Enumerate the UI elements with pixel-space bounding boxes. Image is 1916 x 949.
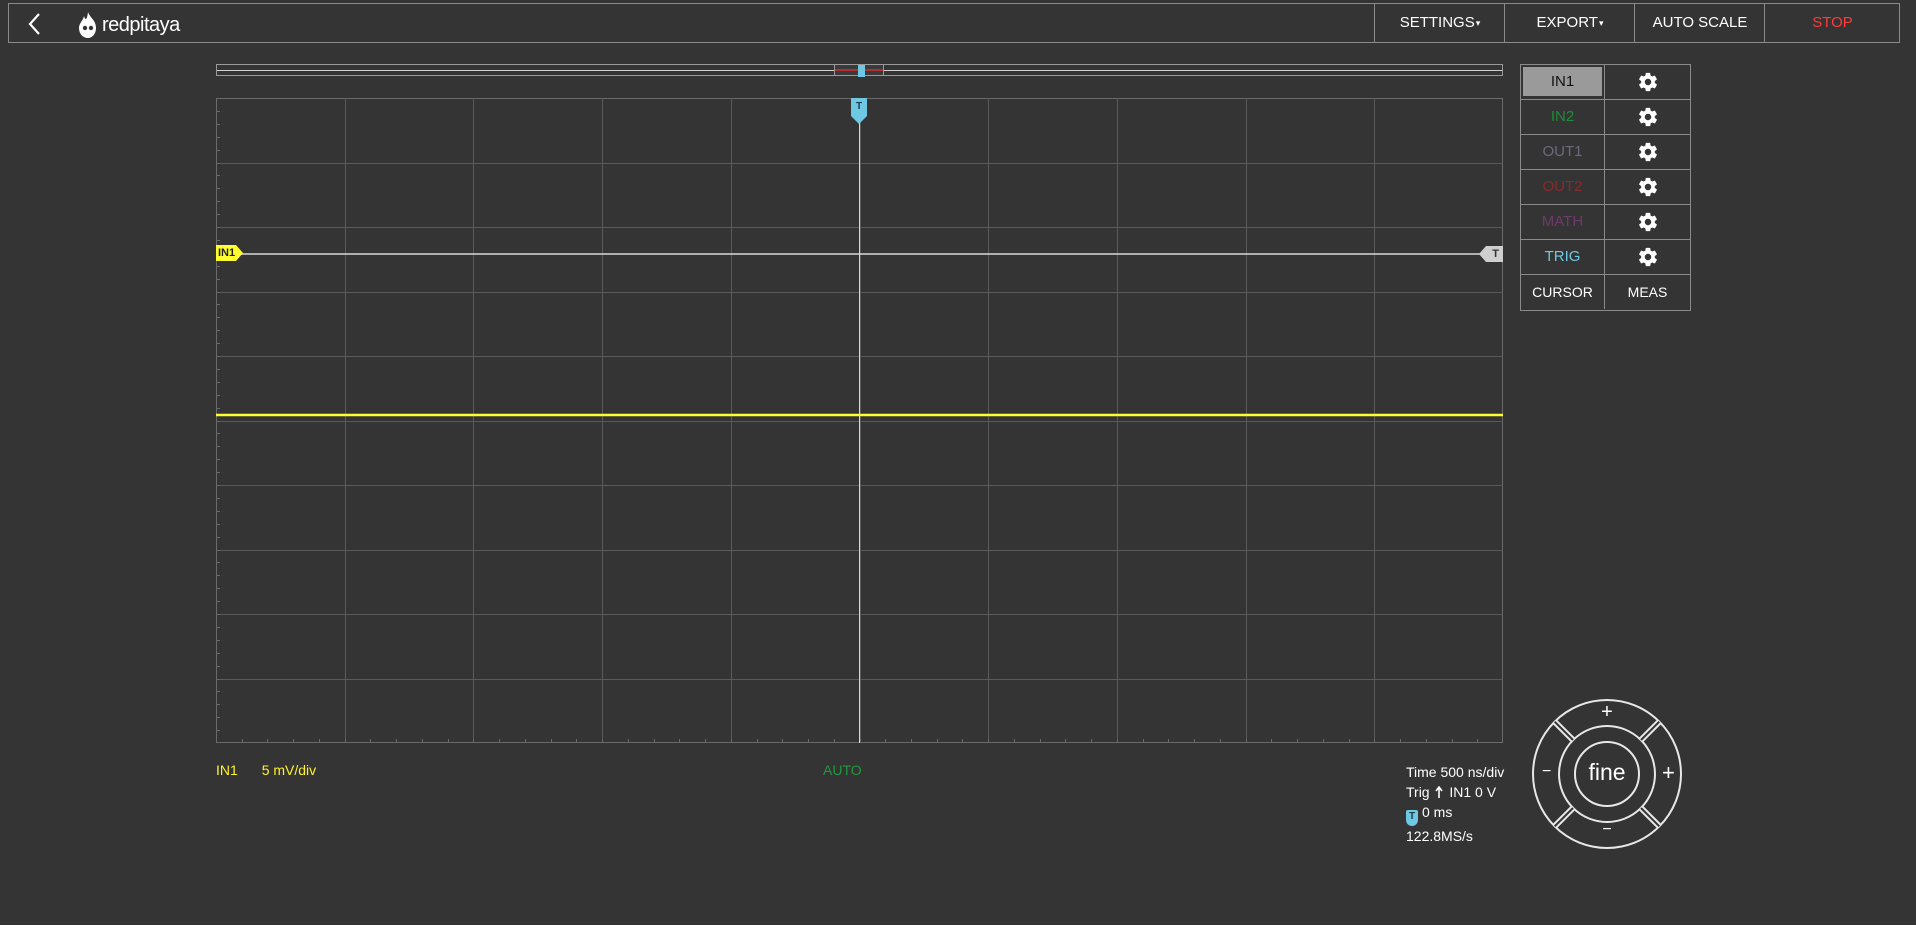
redpitaya-logo[interactable]: redpitaya	[76, 9, 180, 41]
time-offset-value: 0 ms	[1422, 804, 1453, 820]
back-button[interactable]	[21, 10, 49, 38]
channel-button-in2[interactable]: IN2	[1521, 100, 1605, 134]
out2-settings-gear[interactable]	[1605, 170, 1690, 204]
math-settings-gear[interactable]	[1605, 205, 1690, 239]
time-info: Time 500 ns/div Trig IN1 0 V T0 ms 122.8…	[1406, 762, 1504, 846]
trigger-source: IN1 0 V	[1449, 784, 1497, 800]
in1-offset-marker[interactable]: IN1	[216, 245, 245, 261]
top-navbar: redpitaya SETTINGS▾ EXPORT▾ AUTO SCALE S…	[8, 3, 1900, 43]
auto-scale-label: AUTO SCALE	[1652, 14, 1748, 31]
wheel-up-plus[interactable]: +	[1530, 701, 1684, 724]
trigger-mode-status: AUTO	[823, 762, 862, 778]
time-offset: T0 ms	[1406, 802, 1504, 826]
in2-settings-gear[interactable]	[1605, 100, 1690, 134]
arrow-up-icon	[1435, 785, 1444, 798]
trigger-time-marker[interactable]: T	[851, 98, 867, 124]
channel-row-in1: IN1	[1521, 65, 1690, 100]
channel-button-in1[interactable]: IN1	[1521, 65, 1605, 99]
logo-flame-icon	[79, 12, 96, 38]
gear-icon	[1637, 211, 1659, 233]
channel-row-trig: TRIG	[1521, 240, 1690, 275]
stop-label: STOP	[1812, 14, 1853, 31]
channel-row-out1: OUT1	[1521, 135, 1690, 170]
trigger-level-marker[interactable]: T	[1479, 246, 1503, 262]
buffer-position-slider[interactable]	[216, 64, 1503, 77]
chevron-left-icon	[28, 13, 40, 35]
export-menu-button[interactable]: EXPORT▾	[1504, 4, 1635, 42]
trigger-level-label: T	[1492, 248, 1499, 260]
channel-name: IN1	[216, 762, 238, 778]
channel-panel: IN1 IN2 OUT1 OUT2 MATH TRIG CURSOR MEAS	[1520, 64, 1691, 311]
gear-icon	[1637, 71, 1659, 93]
channel-row-math: MATH	[1521, 205, 1690, 240]
gear-icon	[1637, 106, 1659, 128]
sample-rate: 122.8MS/s	[1406, 828, 1473, 844]
in1-marker-label: IN1	[218, 247, 236, 259]
stop-button[interactable]: STOP	[1764, 4, 1900, 42]
settings-menu-button[interactable]: SETTINGS▾	[1374, 4, 1505, 42]
settings-label: SETTINGS	[1399, 14, 1475, 31]
oscilloscope-app: redpitaya SETTINGS▾ EXPORT▾ AUTO SCALE S…	[0, 0, 1916, 925]
meas-button[interactable]: MEAS	[1605, 275, 1690, 309]
channel-button-trig[interactable]: TRIG	[1521, 240, 1605, 274]
channel-label: IN1	[1550, 73, 1575, 90]
out1-settings-gear[interactable]	[1605, 135, 1690, 169]
slider-thumb[interactable]	[858, 65, 865, 77]
channel-row-in2: IN2	[1521, 100, 1690, 135]
gear-icon	[1637, 246, 1659, 268]
wheel-down-minus[interactable]: −	[1530, 821, 1684, 839]
graph-canvas	[216, 98, 1503, 743]
logo-text: redpitaya	[102, 13, 180, 36]
channel-button-math[interactable]: MATH	[1521, 205, 1605, 239]
gear-icon	[1637, 176, 1659, 198]
caret-down-icon: ▾	[1475, 18, 1481, 28]
trigger-info: Trig IN1 0 V	[1406, 782, 1504, 802]
export-label: EXPORT	[1536, 14, 1598, 31]
trig-settings-gear[interactable]	[1605, 240, 1690, 274]
auto-scale-button[interactable]: AUTO SCALE	[1634, 4, 1765, 42]
in1-settings-gear[interactable]	[1605, 65, 1690, 99]
trigger-prefix: Trig	[1406, 784, 1430, 800]
trigger-level-shape	[1479, 246, 1503, 262]
cursor-button[interactable]: CURSOR	[1521, 275, 1605, 309]
wheel-fine-label[interactable]: fine	[1530, 759, 1684, 786]
channel-row-out2: OUT2	[1521, 170, 1690, 205]
gear-icon	[1637, 141, 1659, 163]
tools-row: CURSOR MEAS	[1521, 275, 1690, 310]
channel-info: IN1 5 mV/div	[216, 762, 336, 778]
trigger-time-label: T	[855, 101, 863, 112]
trigger-badge-icon: T	[1406, 810, 1418, 826]
channel-button-out1[interactable]: OUT1	[1521, 135, 1605, 169]
channel-scale: 5 mV/div	[261, 762, 317, 778]
caret-down-icon: ▾	[1598, 18, 1604, 28]
fine-control-wheel[interactable]: + − − + fine	[1530, 697, 1684, 851]
channel-button-out2[interactable]: OUT2	[1521, 170, 1605, 204]
oscilloscope-graph[interactable]	[216, 98, 1503, 743]
time-scale: Time 500 ns/div	[1406, 764, 1505, 780]
